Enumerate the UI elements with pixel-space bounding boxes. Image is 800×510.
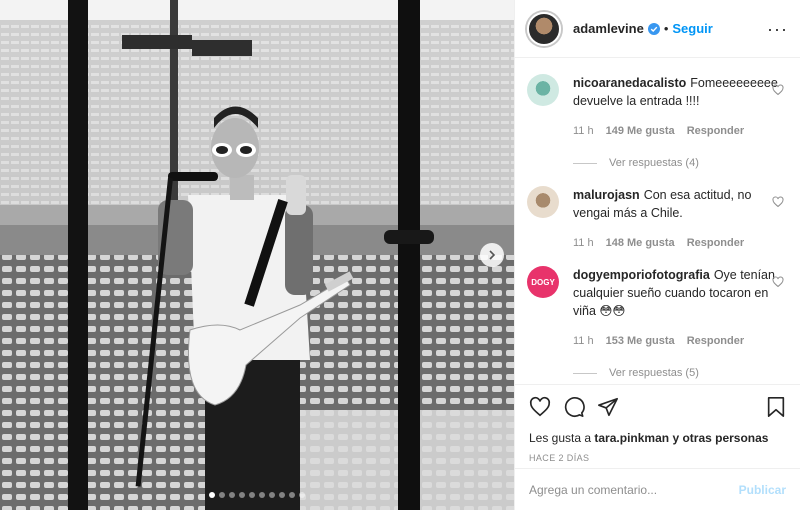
carousel-dot bbox=[299, 492, 305, 498]
chevron-right-icon bbox=[489, 250, 496, 260]
concert-photo bbox=[0, 0, 514, 510]
author-avatar[interactable] bbox=[527, 11, 561, 46]
comment-username[interactable]: dogyemporiofotografia bbox=[573, 268, 710, 282]
commenter-avatar[interactable] bbox=[527, 186, 559, 218]
heart-icon[interactable] bbox=[772, 276, 784, 291]
post-actions: Les gusta a tara.pinkman y otras persona… bbox=[515, 384, 800, 463]
post-photo[interactable] bbox=[0, 0, 514, 510]
carousel-indicator bbox=[0, 492, 514, 498]
comment-item: DOGY dogyemporiofotografia Oye tenían cua… bbox=[527, 266, 784, 382]
comment-likes[interactable]: 148 Me gusta bbox=[606, 234, 675, 252]
likes-user-link[interactable]: tara.pinkman bbox=[594, 431, 669, 445]
likes-others-link[interactable]: y otras personas bbox=[672, 431, 768, 445]
comment-username[interactable]: malurojasn bbox=[573, 188, 640, 202]
post-header: adamlevine • Seguir ··· bbox=[515, 0, 800, 58]
reply-button[interactable]: Responder bbox=[687, 122, 744, 140]
verified-badge-icon bbox=[647, 22, 660, 35]
carousel-dot bbox=[269, 492, 275, 498]
header-separator: • bbox=[663, 21, 669, 36]
carousel-dot bbox=[239, 492, 245, 498]
comment-item: nicoaranedacalisto Fomeeeeeeeee devuelve … bbox=[527, 74, 784, 172]
carousel-dot bbox=[229, 492, 235, 498]
comment-likes[interactable]: 153 Me gusta bbox=[606, 332, 675, 350]
heart-icon[interactable] bbox=[772, 84, 784, 99]
heart-icon[interactable] bbox=[772, 196, 784, 211]
next-photo-button[interactable] bbox=[480, 243, 504, 267]
comments-list[interactable]: nicoaranedacalisto Fomeeeeeeeee devuelve … bbox=[515, 58, 800, 384]
post-timestamp[interactable]: HACE 2 DÍAS bbox=[529, 453, 786, 463]
reply-button[interactable]: Responder bbox=[687, 234, 744, 252]
view-replies-button[interactable]: Ver respuestas (5) bbox=[573, 364, 783, 382]
author-username[interactable]: adamlevine bbox=[573, 21, 644, 36]
comment-time[interactable]: 11 h bbox=[573, 332, 594, 350]
comment-icon[interactable] bbox=[563, 396, 585, 421]
carousel-dot bbox=[279, 492, 285, 498]
commenter-avatar[interactable] bbox=[527, 74, 559, 106]
carousel-dot bbox=[259, 492, 265, 498]
comment-likes[interactable]: 149 Me gusta bbox=[606, 122, 675, 140]
more-options-icon[interactable]: ··· bbox=[767, 20, 788, 38]
like-heart-icon[interactable] bbox=[529, 396, 551, 421]
commenter-avatar[interactable]: DOGY bbox=[527, 266, 559, 298]
publish-button[interactable]: Publicar bbox=[739, 483, 786, 497]
view-replies-button[interactable]: Ver respuestas (4) bbox=[573, 154, 783, 172]
comment-input[interactable] bbox=[529, 482, 739, 497]
comment-composer: Publicar bbox=[515, 468, 800, 510]
reply-button[interactable]: Responder bbox=[687, 332, 744, 350]
comment-item: malurojasn Con esa actitud, no vengai más… bbox=[527, 186, 784, 252]
share-icon[interactable] bbox=[597, 396, 619, 421]
commenter-avatar-text: DOGY bbox=[531, 277, 555, 287]
post-side-panel: adamlevine • Seguir ··· nicoaranedacalis… bbox=[514, 0, 800, 510]
bookmark-icon[interactable] bbox=[766, 396, 786, 421]
carousel-dot bbox=[289, 492, 295, 498]
likes-summary: Les gusta a tara.pinkman y otras persona… bbox=[529, 431, 786, 445]
follow-button[interactable]: Seguir bbox=[672, 21, 712, 36]
view-replies-label: Ver respuestas (4) bbox=[609, 157, 699, 169]
carousel-dot bbox=[209, 492, 215, 498]
comment-time[interactable]: 11 h bbox=[573, 234, 594, 252]
view-replies-label: Ver respuestas (5) bbox=[609, 367, 699, 379]
carousel-dot bbox=[249, 492, 255, 498]
likes-prefix: Les gusta a bbox=[529, 431, 592, 445]
comment-username[interactable]: nicoaranedacalisto bbox=[573, 76, 686, 90]
comment-time[interactable]: 11 h bbox=[573, 122, 594, 140]
carousel-dot bbox=[219, 492, 225, 498]
